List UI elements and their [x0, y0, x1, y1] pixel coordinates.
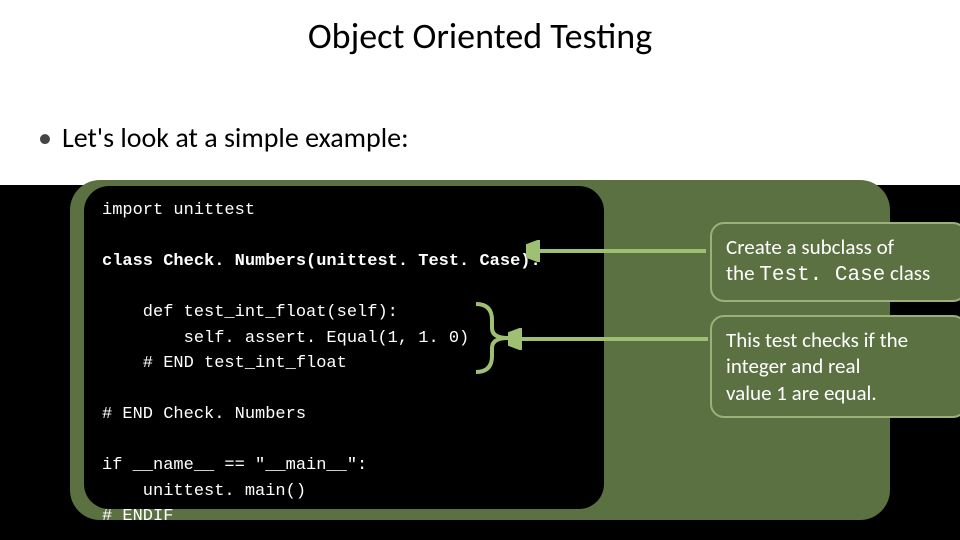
code-line-3: def test_int_float(self): [102, 303, 398, 322]
callout-subclass: Create a subclass of the Test. Case clas… [710, 222, 960, 302]
callout-testcheck: This test checks if the integer and real… [710, 315, 960, 418]
callout-subclass-line2-pre: the [726, 260, 759, 286]
code-line-7: if __name__ == "__main__": [102, 456, 367, 475]
callout-testcheck-line2: integer and real [726, 353, 860, 379]
slide-title: Object Oriented Testing [0, 14, 960, 58]
bullet-row: • Let's look at a simple example: [38, 120, 409, 155]
code-line-6: # END Check. Numbers [102, 405, 306, 424]
bullet-dot-icon: • [38, 120, 52, 155]
code-line-8: unittest. main() [102, 482, 306, 501]
callout-subclass-line2-post: class [885, 260, 930, 286]
callout-testcheck-line3: value 1 are equal. [726, 380, 877, 406]
code-line-4: self. assert. Equal(1, 1. 0) [102, 329, 469, 348]
code-line-9: # ENDIF [102, 507, 173, 526]
callout-testcheck-line1: This test checks if the [726, 327, 908, 353]
callout-subclass-line1: Create a subclass of [726, 234, 894, 260]
code-line-5: # END test_int_float [102, 354, 347, 373]
code-line-2: class Check. Numbers(unittest. Test. Cas… [102, 252, 541, 271]
callout-subclass-mono: Test. Case [759, 264, 885, 287]
code-line-1: import unittest [102, 201, 255, 220]
arrow-subclass [526, 240, 710, 262]
arrow-testcheck [508, 328, 712, 350]
bullet-text: Let's look at a simple example: [62, 120, 409, 155]
